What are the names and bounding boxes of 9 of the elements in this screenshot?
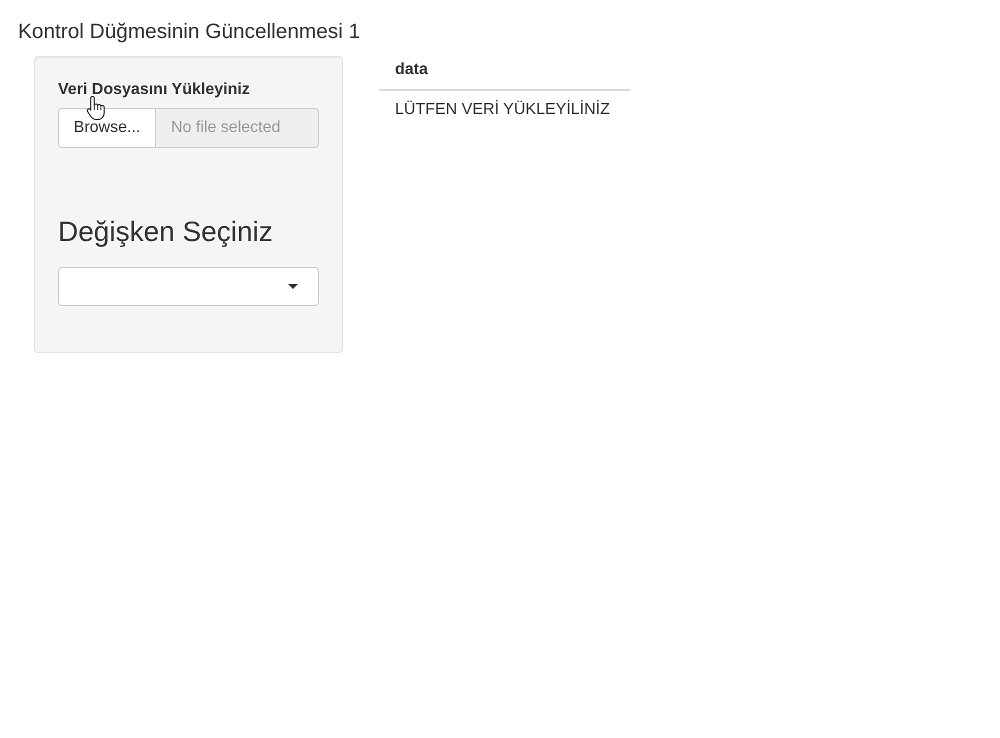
field-label: Veri Dosyasını Yükleyiniz	[58, 80, 250, 100]
field-label: Değişken Seçiniz	[58, 216, 273, 248]
page-title: Kontrol Düğmesinin Güncellenmesi 1	[18, 20, 360, 44]
file-name-field[interactable]: No file selected	[156, 108, 319, 148]
select-field[interactable]	[58, 267, 319, 306]
browse-button[interactable]: Browse...	[58, 108, 156, 148]
table-header-cell: data	[395, 60, 428, 80]
caret-icon	[288, 284, 298, 289]
table-cell: LÜTFEN VERİ YÜKLEYİLİNİZ	[395, 100, 610, 120]
